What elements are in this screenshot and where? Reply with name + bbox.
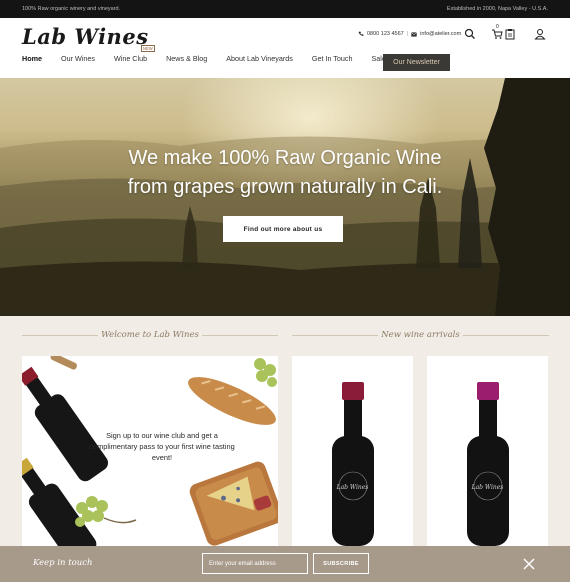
nav-wine-club[interactable]: Wine Club NEW [113,45,155,63]
email-placeholder: Enter your email address [209,560,276,567]
search-icon[interactable] [464,28,476,40]
hero-headline-line-1: We make 100% Raw Organic Wine [128,147,442,169]
keep-in-touch-title: Keep in touch [33,558,93,568]
hero-headline-line-2: from grapes grown naturally in Cali. [127,176,443,198]
email-link[interactable]: info@atelier.com [420,31,461,37]
wine-card[interactable]: Lab Wines [427,356,548,546]
nav-wine-club-label: Wine Club [113,54,148,63]
wine-bottle-image [467,382,509,546]
tagline: 100% Raw organic winery and vineyard. [22,6,121,12]
phone-icon [358,31,364,36]
clipboard-icon[interactable] [504,28,516,40]
mail-icon [411,31,418,37]
subscribe-button[interactable]: SUBSCRIBE [313,553,369,574]
nav-home[interactable]: Home [22,54,42,63]
divider: | [406,31,409,37]
email-input[interactable]: Enter your email address [202,553,308,574]
contact-info: 0800 123 4567 | info@atelier.com [358,31,461,37]
divider [22,334,98,336]
top-bar: 100% Raw organic winery and vineyard. Es… [0,0,570,18]
wine-club-promo[interactable]: Sign up to our wine club and get a compl… [22,356,278,546]
welcome-title: Welcome to Lab Wines [101,330,199,340]
phone-number[interactable]: 0800 123 4567 [367,31,404,37]
new-badge: NEW [140,45,155,52]
divider [292,334,378,336]
arrivals-heading: New wine arrivals [292,330,549,340]
hero-headline: We make 100% Raw Organic Wine from grape… [0,144,570,202]
hero-banner: We make 100% Raw Organic Wine from grape… [0,78,570,316]
main-nav: Home Our Wines Wine Club NEW News & Blog… [22,45,433,63]
newsletter-bar: Keep in touch Enter your email address S… [0,546,570,582]
bottle-label: Lab Wines [336,484,369,491]
nav-our-wines[interactable]: Our Wines [61,54,95,63]
logo[interactable]: Lab Wines [22,24,149,49]
nav-about[interactable]: About Lab Vineyards [226,54,293,63]
cart-count: 0 [496,24,499,30]
close-icon[interactable] [522,557,536,571]
nav-get-in-touch[interactable]: Get In Touch [312,54,353,63]
user-icon[interactable] [534,28,546,40]
wine-bottle-image [332,382,374,546]
promo-text: Sign up to our wine club and get a compl… [89,431,235,462]
bottle-label: Lab Wines [471,484,504,491]
nav-news-blog[interactable]: News & Blog [166,54,207,63]
arrivals-title: New wine arrivals [381,330,460,340]
newsletter-button[interactable]: Our Newsletter [383,54,450,71]
welcome-heading: Welcome to Lab Wines [22,330,278,340]
find-out-more-button[interactable]: Find out more about us [223,216,343,242]
cart-button[interactable]: 0 [491,24,505,40]
divider [202,334,278,336]
divider [463,334,549,336]
established-text: Established in 2000, Napa Valley - U.S.A… [446,6,548,12]
header: Lab Wines 0800 123 4567 | info@atelier.c… [0,18,570,78]
wine-card[interactable]: Lab Wines [292,356,413,546]
